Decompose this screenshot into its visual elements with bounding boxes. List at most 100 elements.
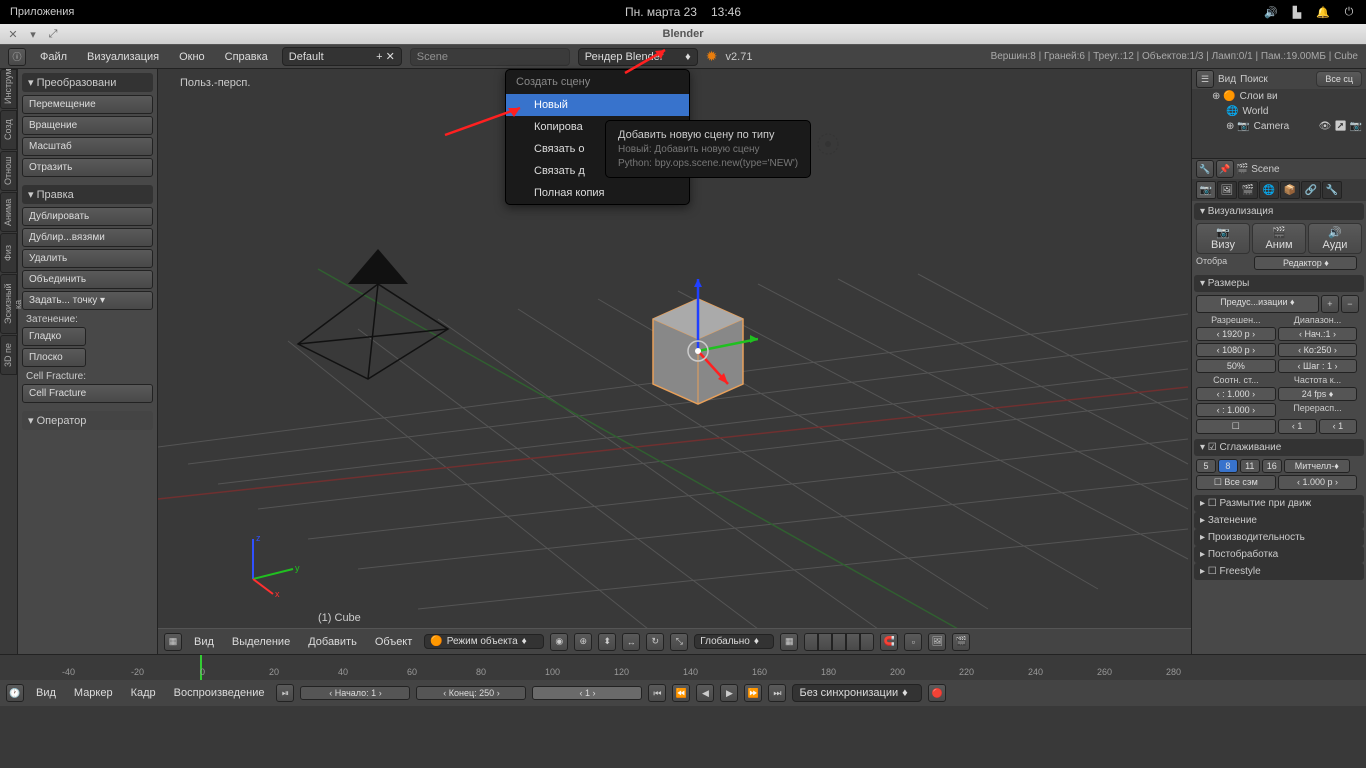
constraint-tab-icon[interactable]: 🔗: [1301, 181, 1321, 199]
outliner-world[interactable]: 🌐 World: [1192, 104, 1366, 119]
cellfracture-button[interactable]: Cell Fracture: [22, 384, 153, 403]
rotate-button[interactable]: Вращение: [22, 116, 153, 135]
pivot-icon[interactable]: ⊕: [574, 633, 592, 651]
outliner-camera[interactable]: ⊕ 📷 Camera 👁 ↗ 📷: [1192, 119, 1366, 134]
end-field[interactable]: ‹ Ко:250 ›: [1278, 343, 1358, 357]
smooth-button[interactable]: Гладко: [22, 327, 86, 346]
tab-create[interactable]: Созд: [0, 110, 17, 150]
scene-tab-icon[interactable]: 🎬: [1238, 181, 1258, 199]
remap-old-field[interactable]: ‹ 1: [1278, 419, 1317, 434]
add-menu[interactable]: Добавить: [302, 633, 363, 651]
duplicate-button[interactable]: Дублировать: [22, 207, 153, 226]
tl-marker[interactable]: Маркер: [68, 684, 119, 702]
world-tab-icon[interactable]: 🌐: [1259, 181, 1279, 199]
tab-grease[interactable]: Эскизный ка: [0, 274, 17, 334]
outliner-type-icon[interactable]: ☰: [1196, 70, 1214, 88]
orientation-selector[interactable]: Глобально ♦: [694, 634, 774, 649]
layer-btn[interactable]: [832, 633, 846, 651]
timeline-type-icon[interactable]: 🕐: [6, 684, 24, 702]
shading-icon[interactable]: ◉: [550, 633, 568, 651]
tab-anim[interactable]: Анима: [0, 192, 17, 232]
scene-datablock[interactable]: Scene: [1251, 164, 1279, 175]
duplinked-button[interactable]: Дублир...вязями: [22, 228, 153, 247]
aa-5-button[interactable]: 5: [1196, 459, 1216, 473]
step-field[interactable]: ‹ Шаг : 1 ›: [1278, 359, 1358, 373]
manip-translate-icon[interactable]: ↔: [622, 633, 640, 651]
operator-header[interactable]: ▾ Оператор: [22, 411, 153, 430]
tl-frame[interactable]: Кадр: [125, 684, 162, 702]
layers-icon[interactable]: ▦: [780, 633, 798, 651]
aa-8-button[interactable]: 8: [1218, 459, 1238, 473]
modifier-tab-icon[interactable]: 🔧: [1322, 181, 1342, 199]
power-icon[interactable]: ⏻: [1342, 5, 1356, 19]
timeline-ruler[interactable]: -40 -20 0 20 40 60 80 100 120 140 160 18…: [0, 655, 1366, 681]
popup-item-full[interactable]: Полная копия: [506, 182, 689, 204]
tl-view[interactable]: Вид: [30, 684, 62, 702]
border-toggle[interactable]: ☐: [1196, 419, 1276, 434]
outliner-filter[interactable]: Все сц: [1316, 71, 1362, 87]
maximize-icon[interactable]: ⤢: [46, 27, 60, 41]
aspy-field[interactable]: ‹ : 1.000 ›: [1196, 403, 1276, 417]
edit-header[interactable]: ▾ Правка: [22, 185, 153, 204]
fps-field[interactable]: 24 fps ♦: [1278, 387, 1358, 401]
lamp-object[interactable]: [808, 124, 848, 164]
layout-selector[interactable]: Default+ ✕: [282, 47, 402, 66]
pin-icon[interactable]: 📌: [1216, 160, 1234, 178]
select-menu[interactable]: Выделение: [226, 633, 296, 651]
popup-item-new[interactable]: Новый: [506, 94, 689, 116]
preset-add-icon[interactable]: +: [1321, 295, 1339, 313]
outliner-search[interactable]: Поиск: [1240, 74, 1268, 85]
editor-type-icon[interactable]: ▦: [164, 633, 182, 651]
tab-tools[interactable]: Инструм: [0, 69, 17, 109]
snap-icon[interactable]: 🧲: [880, 633, 898, 651]
props-type-icon[interactable]: 🔧: [1196, 160, 1214, 178]
tab-physics[interactable]: Физ: [0, 233, 17, 273]
layer-btn[interactable]: [860, 633, 874, 651]
start-field[interactable]: ‹ Нач.:1 ›: [1278, 327, 1358, 341]
freestyle-section[interactable]: ▸ ☐ Freestyle: [1194, 563, 1364, 580]
aspx-field[interactable]: ‹ : 1.000 ›: [1196, 387, 1276, 401]
render-section[interactable]: ▾ Визуализация: [1194, 203, 1364, 220]
preset-selector[interactable]: Предус...изации ♦: [1196, 295, 1319, 313]
aa-16-button[interactable]: 16: [1262, 459, 1282, 473]
play-icon[interactable]: ▶: [720, 684, 738, 702]
render-anim-icon[interactable]: 🎬: [952, 633, 970, 651]
view-menu[interactable]: Вид: [188, 633, 220, 651]
res-y-field[interactable]: ‹ 1080 p ›: [1196, 343, 1276, 357]
layer-btn[interactable]: [846, 633, 860, 651]
info-editor-icon[interactable]: ⓘ: [8, 48, 26, 66]
delete-button[interactable]: Удалить: [22, 249, 153, 268]
aa-section[interactable]: ▾ ☑ Сглаживание: [1194, 439, 1364, 456]
aa-11-button[interactable]: 11: [1240, 459, 1260, 473]
jump-start-icon[interactable]: ⏮: [648, 684, 666, 702]
help-menu[interactable]: Справка: [219, 48, 274, 66]
sync-selector[interactable]: Без синхронизации ♦: [792, 684, 922, 702]
manip-toggle-icon[interactable]: ⬍: [598, 633, 616, 651]
origin-button[interactable]: Задать... точку ▾: [22, 291, 153, 310]
layer-btn[interactable]: [804, 633, 818, 651]
file-menu[interactable]: Файл: [34, 48, 73, 66]
renderlayers-tab-icon[interactable]: 🖼: [1217, 181, 1237, 199]
current-frame-field[interactable]: ‹ 1 ›: [532, 686, 642, 700]
apps-menu[interactable]: Приложения: [10, 6, 74, 18]
play-rev-icon[interactable]: ◀: [696, 684, 714, 702]
autokey-icon[interactable]: 🔴: [928, 684, 946, 702]
join-button[interactable]: Объединить: [22, 270, 153, 289]
outliner-view[interactable]: Вид: [1218, 74, 1236, 85]
translate-button[interactable]: Перемещение: [22, 95, 153, 114]
render-button[interactable]: 📷Визу: [1196, 223, 1250, 254]
scale-button[interactable]: Масштаб: [22, 137, 153, 156]
minimize-icon[interactable]: ▾: [26, 27, 40, 41]
display-selector[interactable]: Редактор ♦: [1254, 256, 1357, 270]
tab-relations[interactable]: Отнош: [0, 151, 17, 191]
bell-icon[interactable]: 🔔: [1316, 5, 1330, 19]
tl-playback[interactable]: Воспроизведение: [168, 684, 271, 702]
preset-del-icon[interactable]: −: [1341, 295, 1359, 313]
render-menu[interactable]: Визуализация: [81, 48, 165, 66]
dims-section[interactable]: ▾ Размеры: [1194, 275, 1364, 292]
post-section[interactable]: ▸ Постобработка: [1194, 546, 1364, 563]
jump-end-icon[interactable]: ⏭: [768, 684, 786, 702]
mode-selector[interactable]: 🟠 Режим объекта ♦: [424, 634, 544, 649]
layer-btn[interactable]: [818, 633, 832, 651]
filtersize-field[interactable]: ‹ 1.000 p ›: [1278, 475, 1358, 490]
